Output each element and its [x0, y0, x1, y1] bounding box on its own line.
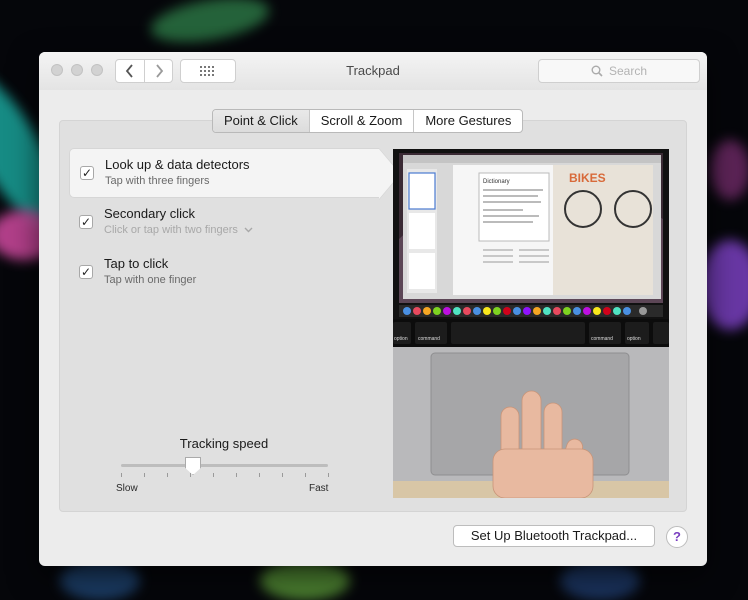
- key-command-left: command: [418, 336, 440, 342]
- search-field[interactable]: Search: [538, 59, 700, 83]
- option-subtitle: Tap with three fingers: [105, 175, 210, 187]
- slider-tick: [305, 473, 306, 477]
- look-up-checkbox[interactable]: ✓: [80, 166, 94, 180]
- option-tap-to-click[interactable]: ✓ Tap to click Tap with one finger: [69, 248, 379, 298]
- search-icon: [591, 65, 603, 77]
- slider-max-label: Fast: [309, 483, 329, 494]
- option-look-up[interactable]: ✓ Look up & data detectors Tap with thre…: [69, 148, 401, 200]
- slider-tick: [213, 473, 214, 477]
- tab-scroll-zoom[interactable]: Scroll & Zoom: [310, 110, 415, 132]
- tab-point-click[interactable]: Point & Click: [213, 110, 310, 132]
- slider-min-label: Slow: [116, 483, 138, 494]
- option-title: Tap to click: [104, 256, 169, 271]
- key-option-right: option: [627, 336, 641, 342]
- help-button[interactable]: ?: [666, 526, 688, 548]
- tap-to-click-checkbox[interactable]: ✓: [79, 265, 93, 279]
- slider-tick: [121, 473, 122, 477]
- gesture-preview: BIKES Dictionary option command command …: [393, 149, 669, 498]
- slider-tick: [282, 473, 283, 477]
- slider-tick: [328, 473, 329, 477]
- tab-more-gestures[interactable]: More Gestures: [414, 110, 522, 132]
- poster-title: BIKES: [569, 171, 606, 185]
- option-title: Look up & data detectors: [105, 157, 250, 172]
- option-title: Secondary click: [104, 206, 196, 221]
- key-option-left: option: [394, 336, 408, 342]
- key-command-right: command: [591, 336, 613, 342]
- slider-tick: [236, 473, 237, 477]
- slider-tick: [167, 473, 168, 477]
- preferences-window: Trackpad Search Point & Click Scroll & Z…: [39, 52, 707, 566]
- tracking-speed-label: Tracking speed: [179, 436, 269, 451]
- title-bar: Trackpad Search: [39, 52, 707, 90]
- option-secondary-click[interactable]: ✓ Secondary click Click or tap with two …: [69, 198, 379, 248]
- tab-bar: Point & Click Scroll & Zoom More Gesture…: [212, 109, 524, 133]
- secondary-click-checkbox[interactable]: ✓: [79, 215, 93, 229]
- option-subtitle: Tap with one finger: [104, 274, 197, 286]
- slider-tick: [190, 473, 191, 477]
- search-placeholder: Search: [608, 64, 648, 78]
- tracking-speed-slider[interactable]: [121, 464, 328, 467]
- dictionary-heading: Dictionary: [483, 179, 510, 185]
- option-subtitle[interactable]: Click or tap with two fingers: [104, 224, 253, 236]
- slider-tick: [259, 473, 260, 477]
- chevron-down-icon: [244, 227, 253, 233]
- preview-illustration: BIKES Dictionary option command command …: [393, 149, 669, 498]
- slider-tick: [144, 473, 145, 477]
- setup-bluetooth-trackpad-button[interactable]: Set Up Bluetooth Trackpad...: [453, 525, 655, 547]
- secondary-click-mode: Click or tap with two fingers: [104, 224, 238, 236]
